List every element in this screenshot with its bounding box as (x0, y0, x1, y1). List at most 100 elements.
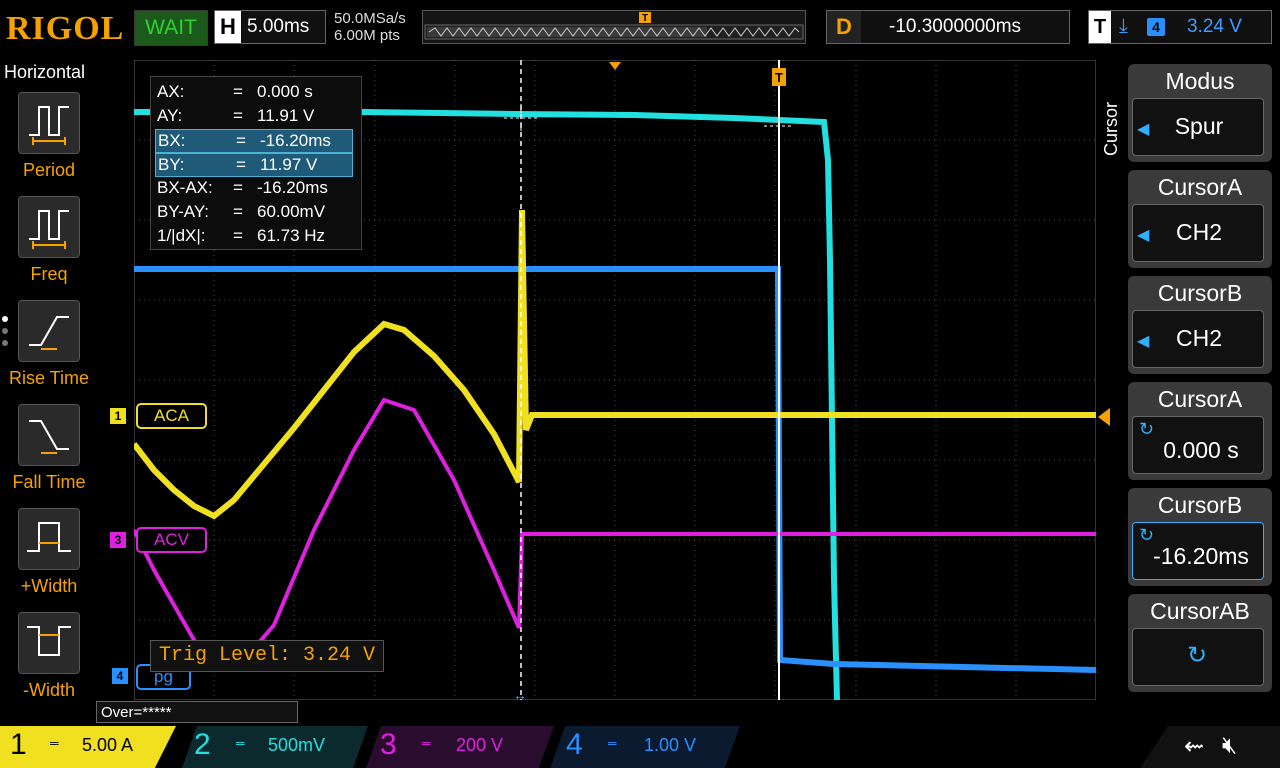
menu-mode-title: Modus (1165, 68, 1235, 94)
menu-cursor-ab-title: CursorAB (1150, 598, 1250, 624)
ch3-label[interactable]: ACV (136, 527, 207, 553)
ch3-scale: 200 V (456, 735, 504, 755)
trigger-level-marker[interactable] (1098, 408, 1110, 426)
svg-text:T: T (775, 70, 783, 85)
ch4-marker[interactable]: 4 (112, 668, 128, 684)
trigger-box[interactable]: T ⤓ 4 3.24 V (1088, 10, 1272, 44)
timebase-key: H (215, 11, 241, 43)
ch4-status[interactable]: 4 ═ 1.00 V (550, 726, 740, 768)
menu-cursor-b-position[interactable]: CursorB ↻ -16.20ms (1128, 488, 1272, 586)
ch3-number: 3 (380, 728, 397, 761)
ch1-number: 1 (10, 728, 27, 761)
ch1-scale: 5.00 A (82, 735, 134, 755)
fall-time-icon (18, 404, 80, 466)
timebase-box[interactable]: H 5.00ms (214, 10, 326, 44)
menu-mode[interactable]: Modus ◀ Spur (1128, 64, 1272, 162)
menu-cursor-a-source[interactable]: CursorA ◀ CH2 (1128, 170, 1272, 268)
fall-time-label: Fall Time (12, 472, 86, 492)
fall-time-button[interactable]: Fall Time (4, 404, 94, 493)
rise-time-label: Rise Time (8, 368, 89, 388)
minus-width-button[interactable]: -Width (4, 612, 94, 701)
delay-box[interactable]: D -10.3000000ms (826, 10, 1070, 44)
readout-row-bx: BX: = -16.20ms (155, 129, 353, 153)
minus-width-label: -Width (22, 680, 75, 700)
delay-key: D (827, 11, 861, 43)
delay-value: -10.3000000ms (889, 16, 1022, 37)
plus-width-label: +Width (20, 576, 78, 596)
plus-width-icon (18, 508, 80, 570)
menu-mode-value-box[interactable]: ◀ Spur (1132, 98, 1264, 156)
ch4-coupling-icon: ═ (608, 736, 617, 750)
ch3-marker[interactable]: 3 (110, 532, 126, 548)
menu-cursor-a-pos-title: CursorA (1157, 386, 1243, 412)
menu-cursor-a-value-box[interactable]: ◀ CH2 (1132, 204, 1264, 262)
memory-depth: 6.00M pts (334, 27, 400, 44)
plus-width-button[interactable]: +Width (4, 508, 94, 597)
ch1-coupling-icon: ═ (50, 736, 59, 750)
trigger-t-marker: T (772, 68, 786, 86)
trigger-position-marker (609, 62, 621, 70)
rise-time-icon (18, 300, 80, 362)
readout-row-by: BY: = 11.97 V (155, 153, 353, 177)
readout-row-ay: AY: = 11.91 V (157, 106, 315, 125)
menu-cursor-b-pos-box[interactable]: ↻ -16.20ms (1132, 522, 1264, 580)
ch3-coupling-icon: ═ (422, 736, 431, 750)
menu-cursor-a-pos-box[interactable]: ↻ 0.000 s (1132, 416, 1264, 474)
period-button[interactable]: Period (4, 92, 94, 181)
ch4-scale: 1.00 V (644, 735, 697, 755)
trigger-key: T (1089, 11, 1111, 43)
svg-text:T: T (642, 13, 648, 24)
menu-cursor-a-title: CursorA (1157, 174, 1243, 200)
cursor-b-bottom-marker: ↔ (513, 687, 527, 700)
trig-level-tooltip: Trig Level: 3.24 V (150, 640, 385, 672)
menu-cursor-b-value-box[interactable]: ◀ CH2 (1132, 310, 1264, 368)
ch1-status[interactable]: 1 ═ 5.00 A (0, 726, 176, 768)
minus-width-icon (18, 612, 80, 674)
menu-mode-value: Spur (1174, 113, 1224, 139)
rigol-logo: RIGOL (6, 10, 125, 47)
menu-cursor-b-value: CH2 (1175, 325, 1222, 351)
trigger-source: 4 (1147, 18, 1165, 36)
memory-overview[interactable]: T (422, 10, 806, 44)
acquisition-info: 50.0MSa/s 6.00M pts (334, 10, 406, 44)
freq-icon (18, 196, 80, 258)
memory-trigger-marker: T (639, 12, 651, 24)
menu-cursor-b-source[interactable]: CursorB ◀ CH2 (1128, 276, 1272, 374)
freq-label: Freq (30, 264, 68, 284)
readout-row-bx-ax: BX-AX: = -16.20ms (157, 178, 328, 197)
falling-edge-icon: ⤓ (1119, 15, 1128, 37)
ch2-status[interactable]: 2 ═ 500mV (182, 726, 368, 768)
ch2-scale: 500mV (268, 735, 326, 755)
menu-cursor-a-pos-value: 0.000 s (1163, 437, 1239, 463)
menu-cursor-ab-box[interactable]: ↻ (1132, 628, 1264, 686)
readout-row-ax: AX: = 0.000 s (157, 82, 313, 101)
sample-rate: 50.0MSa/s (334, 10, 406, 27)
timebase-value: 5.00ms (247, 16, 310, 37)
period-label: Period (22, 160, 76, 180)
channel-status-bar: 1 ═ 5.00 A 2 ═ 500mV 3 ═ 200 V 4 ═ 1.00 … (0, 726, 1280, 768)
run-status-badge[interactable]: WAIT (134, 10, 208, 46)
usb-icon: ⇜ (1184, 733, 1205, 760)
cursor-readout: AX: = 0.000 s AY: = 11.91 V BX: = -16.20ms BY:… (150, 76, 362, 250)
ch1-marker[interactable]: 1 (110, 408, 126, 424)
ch2-number: 2 (194, 728, 211, 761)
readout-row-by-ay: BY-AY: = 60.00mV (157, 202, 326, 221)
freq-button[interactable]: Freq (4, 196, 94, 285)
menu-cursor-b-pos-value: -16.20ms (1153, 543, 1249, 569)
speaker-mute-icon: 🔇︎ (1222, 732, 1238, 759)
ch1-label[interactable]: ACA (136, 403, 207, 429)
menu-cursor-ab[interactable]: CursorAB ↻ (1128, 594, 1272, 692)
left-panel-title: Horizontal (4, 62, 86, 82)
readout-row-inv-dx: 1/|dX|: = 61.73 Hz (157, 226, 326, 245)
menu-cursor-b-title: CursorB (1157, 280, 1243, 306)
rotary-knob-icon: ↻ (1187, 642, 1208, 669)
memory-waveform: T (424, 12, 804, 40)
menu-cursor-a-position[interactable]: CursorA ↻ 0.000 s (1128, 382, 1272, 480)
ch3-status[interactable]: 3 ═ 200 V (366, 726, 554, 768)
menu-cursor-a-value: CH2 (1175, 219, 1222, 245)
period-icon (18, 92, 80, 154)
status-area (1140, 726, 1280, 768)
rise-time-button[interactable]: Rise Time (4, 300, 94, 389)
trigger-level: 3.24 V (1187, 16, 1242, 37)
menu-cursor-b-pos-title: CursorB (1157, 492, 1243, 518)
